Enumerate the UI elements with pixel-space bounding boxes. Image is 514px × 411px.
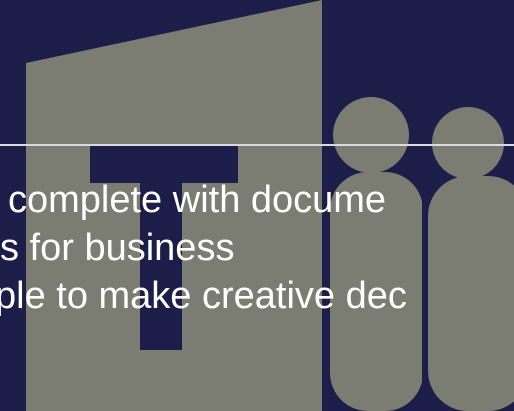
slide-text-line-2: s for business: [0, 227, 235, 269]
slide-text-line-3: ple to make creative dec: [0, 275, 407, 317]
presentation-slide: complete with docume s for business ple …: [0, 0, 514, 411]
slide-text-line-1: complete with docume: [8, 179, 387, 221]
slide-divider: [0, 144, 514, 146]
